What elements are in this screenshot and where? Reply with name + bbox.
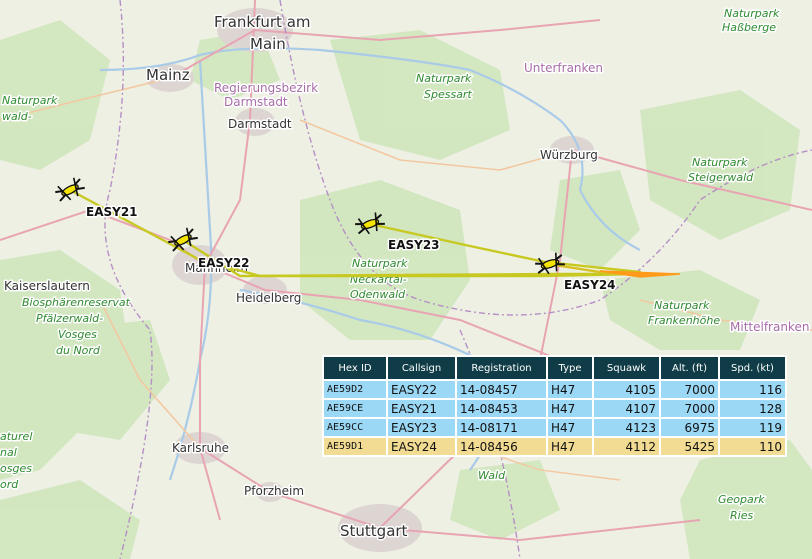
table-row[interactable]: AE59CE EASY21 14-08453 H47 4107 7000 128 — [324, 400, 785, 417]
column-header-type[interactable]: Type — [548, 357, 592, 379]
hex-cell: AE59CC — [324, 419, 386, 436]
city-label: Mainz — [146, 66, 190, 84]
park-label: Naturpark — [416, 72, 472, 85]
park-label: Wald — [478, 469, 506, 482]
aircraft-table: Hex ID Callsign Registration Type Squawk… — [322, 355, 787, 457]
altitude-cell: 7000 — [661, 400, 718, 417]
speed-cell: 128 — [720, 400, 785, 417]
park-label: Steigerwald — [688, 171, 754, 184]
altitude-cell: 6975 — [661, 419, 718, 436]
region-label: Regierungsbezirk — [214, 81, 318, 95]
altitude-cell: 7000 — [661, 381, 718, 398]
park-label: Vosges — [58, 328, 97, 341]
squawk-cell: 4107 — [594, 400, 659, 417]
altitude-cell: 5425 — [661, 438, 718, 455]
table-header-row: Hex ID Callsign Registration Type Squawk… — [324, 357, 785, 379]
region-label: Mittelfranken — [730, 320, 809, 334]
table-row[interactable]: AE59D2 EASY22 14-08457 H47 4105 7000 116 — [324, 381, 785, 398]
city-label: Pforzheim — [244, 484, 304, 498]
city-label: Heidelberg — [236, 291, 301, 305]
column-header-altitude[interactable]: Alt. (ft) — [661, 357, 718, 379]
callsign-cell: EASY21 — [388, 400, 455, 417]
callsign-cell: EASY24 — [388, 438, 455, 455]
map[interactable]: Frankfurt am Main Mainz Darmstadt Würzbu… — [0, 0, 812, 559]
speed-cell: 116 — [720, 381, 785, 398]
squawk-cell: 4105 — [594, 381, 659, 398]
park-label: Pfälzerwald- — [36, 312, 103, 325]
park-label: aturel — [0, 430, 32, 443]
registration-cell: 14-08456 — [457, 438, 546, 455]
park-label: Naturpark — [692, 156, 748, 169]
table-row[interactable]: AE59CC EASY23 14-08171 H47 4123 6975 119 — [324, 419, 785, 436]
registration-cell: 14-08457 — [457, 381, 546, 398]
region-label: Unterfranken — [524, 61, 603, 75]
park-label: Haßberge — [722, 21, 776, 34]
aircraft-callsign-label: EASY21 — [86, 205, 138, 219]
park-label: wald- — [2, 110, 32, 123]
hex-cell: AE59D1 — [324, 438, 386, 455]
city-label: Stuttgart — [340, 522, 408, 540]
column-header-callsign[interactable]: Callsign — [388, 357, 455, 379]
park-label: Odenwald — [350, 288, 406, 301]
type-cell: H47 — [548, 381, 592, 398]
city-label: Karlsruhe — [172, 441, 229, 455]
column-header-speed[interactable]: Spd. (kt) — [720, 357, 785, 379]
squawk-cell: 4112 — [594, 438, 659, 455]
type-cell: H47 — [548, 400, 592, 417]
park-label: Geopark — [718, 493, 765, 506]
callsign-cell: EASY23 — [388, 419, 455, 436]
city-label: Kaiserslautern — [4, 279, 90, 293]
speed-cell: 110 — [720, 438, 785, 455]
callsign-cell: EASY22 — [388, 381, 455, 398]
region-label: Darmstadt — [224, 95, 288, 109]
column-header-hex[interactable]: Hex ID — [324, 357, 386, 379]
park-label: du Nord — [56, 344, 101, 357]
park-label: Naturpark — [654, 299, 710, 312]
park-label: Naturpark — [352, 257, 408, 270]
table-row[interactable]: AE59D1 EASY24 14-08456 H47 4112 5425 110 — [324, 438, 785, 455]
aircraft-callsign-label: EASY23 — [388, 238, 440, 252]
park-label: Ries — [730, 509, 753, 522]
type-cell: H47 — [548, 419, 592, 436]
column-header-registration[interactable]: Registration — [457, 357, 546, 379]
hex-cell: AE59CE — [324, 400, 386, 417]
park-label: Naturpark — [2, 94, 58, 107]
park-label: Frankenhöhe — [648, 314, 720, 327]
speed-cell: 119 — [720, 419, 785, 436]
type-cell: H47 — [548, 438, 592, 455]
registration-cell: 14-08453 — [457, 400, 546, 417]
column-header-squawk[interactable]: Squawk — [594, 357, 659, 379]
aircraft-callsign-label: EASY24 — [564, 278, 616, 292]
park-label: Naturpark — [724, 7, 780, 20]
registration-cell: 14-08171 — [457, 419, 546, 436]
park-label: Spessart — [424, 88, 472, 101]
park-label: nal — [0, 446, 17, 459]
hex-cell: AE59D2 — [324, 381, 386, 398]
park-label: Biosphärenreservat — [22, 296, 131, 309]
city-label: Würzburg — [540, 148, 598, 162]
city-label: Frankfurt am — [214, 13, 311, 31]
city-label: Darmstadt — [228, 117, 292, 131]
park-label: osges — [0, 462, 32, 475]
park-label: ord — [0, 478, 19, 491]
squawk-cell: 4123 — [594, 419, 659, 436]
aircraft-callsign-label: EASY22 — [198, 256, 250, 270]
city-label: Main — [250, 35, 286, 53]
